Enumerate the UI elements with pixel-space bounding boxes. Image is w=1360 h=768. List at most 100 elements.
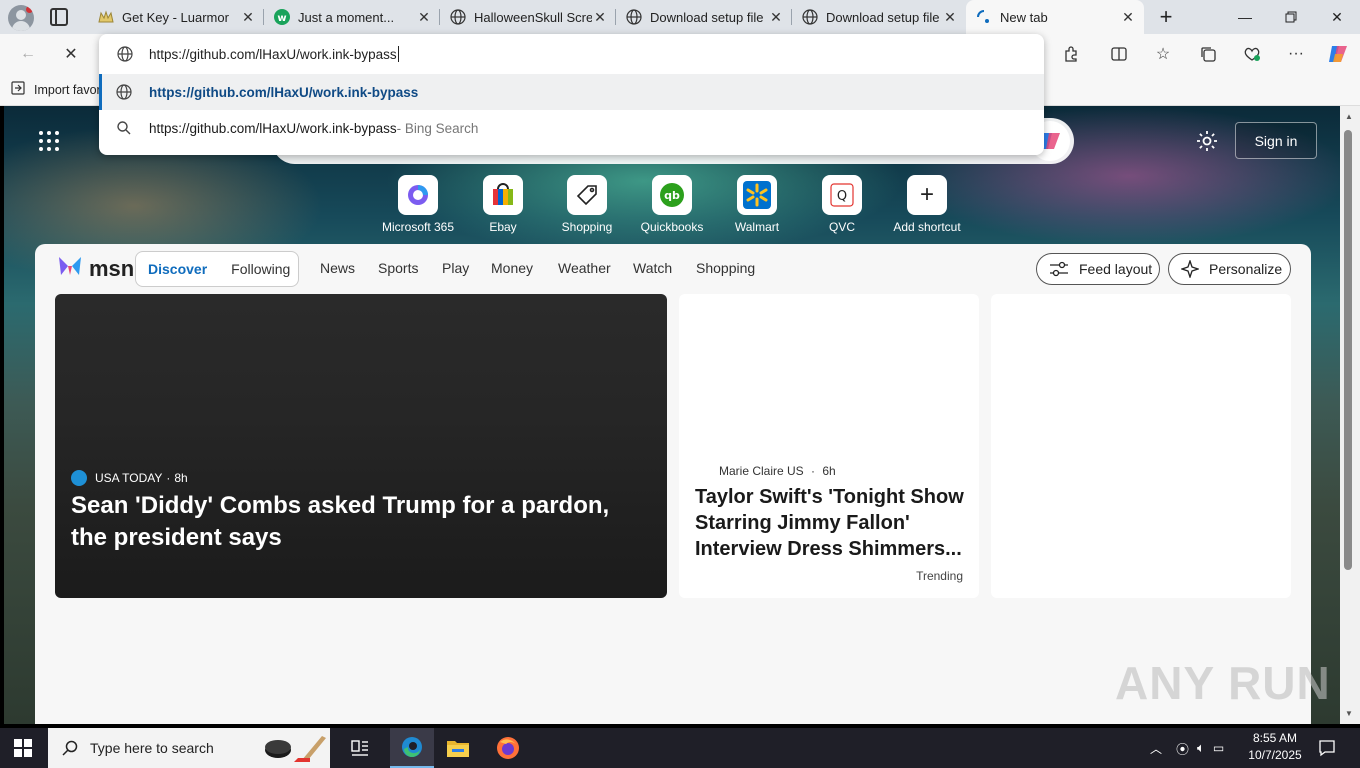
card-source: USA TODAY · 8h: [71, 470, 188, 486]
tab-new-tab[interactable]: New tab ✕: [966, 0, 1144, 34]
tab-actions-icon[interactable]: [50, 8, 68, 26]
suggestion-suffix: - Bing Search: [396, 120, 479, 136]
news-card[interactable]: Marie Claire US · 6h Taylor Swift's 'Ton…: [679, 294, 979, 598]
close-icon[interactable]: ✕: [942, 9, 958, 26]
taskbar-search-box[interactable]: Type here to search: [48, 728, 330, 768]
svg-text:w: w: [277, 13, 286, 24]
back-icon[interactable]: ←: [10, 34, 46, 74]
shortcut-microsoft-365[interactable]: Microsoft 365: [376, 175, 460, 234]
tab-halloween-skull[interactable]: HalloweenSkull Screen ✕: [440, 0, 616, 34]
network-icon[interactable]: ▭: [1213, 741, 1224, 755]
shortcut-label: Walmart: [734, 220, 780, 234]
suggestion-item[interactable]: https://github.com/lHaxU/work.ink-bypass…: [99, 110, 1044, 146]
close-icon[interactable]: ✕: [240, 9, 256, 26]
close-icon[interactable]: ✕: [1120, 9, 1136, 26]
source-age: 8h: [174, 471, 188, 485]
close-icon[interactable]: ✕: [416, 9, 432, 26]
split-screen-icon[interactable]: [1101, 34, 1137, 74]
notifications-icon[interactable]: [1318, 739, 1336, 760]
msn-logo[interactable]: msn: [57, 255, 134, 283]
personalize-button[interactable]: Personalize: [1168, 253, 1291, 285]
nav-play[interactable]: Play: [442, 260, 469, 276]
sparkle-icon: [1181, 260, 1199, 278]
profile-avatar[interactable]: [8, 5, 34, 31]
app-launcher-icon[interactable]: [38, 130, 60, 152]
tab-title: Get Key - Luarmor: [122, 9, 229, 25]
new-tab-button[interactable]: +: [1154, 4, 1178, 29]
svg-text:qb: qb: [664, 189, 680, 202]
task-view-icon[interactable]: [350, 738, 370, 761]
import-label: Import favor: [34, 82, 101, 97]
shortcut-label: Add shortcut: [893, 220, 961, 234]
file-explorer-icon[interactable]: [446, 738, 470, 761]
browser-essentials-icon[interactable]: [1234, 34, 1270, 74]
tab-discover[interactable]: Discover: [136, 261, 219, 277]
sign-in-button[interactable]: Sign in: [1235, 122, 1317, 159]
nav-money[interactable]: Money: [491, 260, 533, 276]
qvc-icon: Q: [822, 175, 862, 215]
globe-icon: [116, 84, 132, 100]
more-options-icon[interactable]: ···: [1278, 34, 1314, 74]
windows-start-icon[interactable]: [14, 739, 32, 760]
shortcut-shopping[interactable]: Shopping: [545, 175, 629, 234]
firefox-icon[interactable]: [496, 736, 520, 763]
suggestion-query: https://github.com/lHaxU/work.ink-bypass: [149, 120, 397, 136]
volume-icon[interactable]: 🔈︎: [1197, 740, 1205, 756]
chevron-up-icon[interactable]: ︿: [1150, 740, 1162, 757]
address-input-value[interactable]: https://github.com/lHaxU/work.ink-bypass: [149, 47, 397, 62]
nav-shopping[interactable]: Shopping: [696, 260, 755, 276]
suggestion-item[interactable]: https://github.com/lHaxU/work.ink-bypass: [99, 74, 1044, 110]
shortcut-walmart[interactable]: Walmart: [715, 175, 799, 234]
tab-download-setup-1[interactable]: Download setup file ✕: [616, 0, 792, 34]
taskbar-clock[interactable]: 8:55 AM 10/7/2025: [1244, 730, 1306, 764]
address-bar[interactable]: https://github.com/lHaxU/work.ink-bypass: [99, 34, 1044, 74]
ebay-bag-icon: [483, 175, 523, 215]
tab-get-key[interactable]: Get Key - Luarmor ✕: [88, 0, 264, 34]
feed-layout-label: Feed layout: [1079, 261, 1153, 277]
nav-weather[interactable]: Weather: [558, 260, 611, 276]
tab-following[interactable]: Following: [219, 261, 302, 277]
scroll-down-icon[interactable]: ▼: [1345, 709, 1353, 718]
close-icon[interactable]: ✕: [592, 9, 608, 26]
close-window-button[interactable]: ✕: [1314, 0, 1360, 34]
tab-just-a-moment[interactable]: w Just a moment... ✕: [264, 0, 440, 34]
restore-button[interactable]: [1268, 0, 1314, 34]
card-headline[interactable]: Taylor Swift's 'Tonight Show Starring Ji…: [695, 484, 965, 562]
price-tag-icon: [567, 175, 607, 215]
nav-sports[interactable]: Sports: [378, 260, 418, 276]
anyrun-watermark: ANY RUN: [1115, 657, 1331, 709]
trending-badge: Trending: [916, 569, 963, 583]
shortcut-label: Microsoft 365: [381, 220, 455, 234]
shortcut-label: Shopping: [561, 220, 613, 234]
meet-now-icon[interactable]: ⦿: [1176, 739, 1189, 758]
news-card-hero[interactable]: USA TODAY · 8h Sean 'Diddy' Combs asked …: [55, 294, 667, 598]
import-favorites-link[interactable]: Import favor: [10, 80, 101, 99]
tab-download-setup-2[interactable]: Download setup file - ✕: [792, 0, 966, 34]
copilot-icon[interactable]: [1320, 34, 1356, 74]
nav-news[interactable]: News: [320, 260, 355, 276]
shortcut-label: QVC: [828, 220, 855, 234]
shortcut-quickbooks[interactable]: qb Quickbooks: [630, 175, 714, 234]
extensions-icon[interactable]: [1053, 34, 1089, 74]
favorites-icon[interactable]: ☆: [1145, 34, 1181, 74]
close-icon[interactable]: ✕: [768, 9, 784, 26]
gear-icon[interactable]: [1195, 129, 1219, 153]
minimize-button[interactable]: —: [1222, 0, 1268, 34]
edge-taskbar-icon[interactable]: [390, 728, 434, 768]
feed-layout-button[interactable]: Feed layout: [1036, 253, 1160, 285]
scrollbar-thumb[interactable]: [1344, 130, 1352, 570]
globe-icon: [117, 46, 133, 65]
usa-today-logo-icon: [71, 470, 87, 486]
stop-loading-icon[interactable]: ✕: [53, 34, 89, 74]
collections-icon[interactable]: [1190, 34, 1226, 74]
separator-dot: ·: [811, 464, 816, 478]
card-headline[interactable]: Sean 'Diddy' Combs asked Trump for a par…: [71, 490, 651, 554]
shortcut-qvc[interactable]: Q QVC: [800, 175, 884, 234]
shortcut-ebay[interactable]: Ebay: [461, 175, 545, 234]
scroll-up-icon[interactable]: ▲: [1345, 112, 1353, 121]
tab-title: Download setup file: [650, 9, 764, 25]
microsoft-365-icon: [398, 175, 438, 215]
add-shortcut-button[interactable]: + Add shortcut: [885, 175, 969, 234]
nav-watch[interactable]: Watch: [633, 260, 672, 276]
tab-title: New tab: [1000, 9, 1048, 25]
